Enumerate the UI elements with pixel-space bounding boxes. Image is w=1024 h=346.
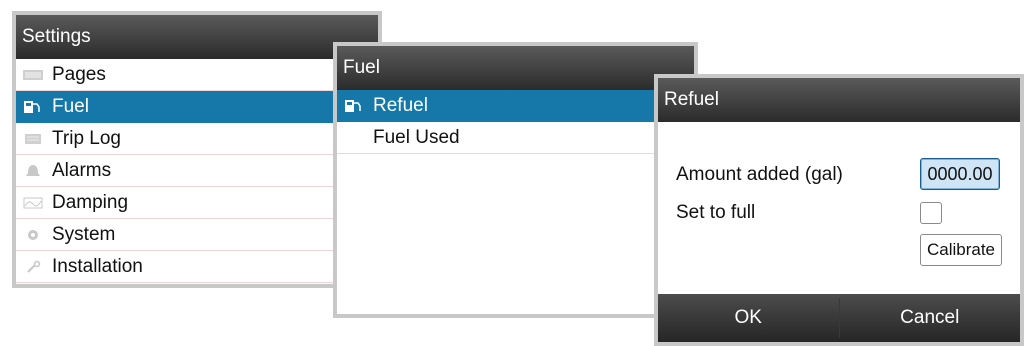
menu-item-fuel[interactable]: Fuel [16, 91, 378, 123]
fuel-pump-icon [24, 100, 40, 113]
menu-item-label: System [52, 223, 116, 245]
menu-item-damping[interactable]: Damping [16, 187, 378, 219]
fuel-menu: Refuel Fuel Used [337, 90, 694, 154]
amount-added-label: Amount added (gal) [676, 164, 843, 185]
menu-item-label: Pages [52, 63, 106, 85]
menu-item-label: Fuel [52, 95, 89, 117]
menu-item-refuel[interactable]: Refuel [337, 90, 694, 122]
gear-icon [28, 229, 38, 240]
menu-item-label: Trip Log [52, 127, 121, 149]
bell-icon [26, 164, 40, 176]
refuel-title: Refuel [658, 78, 1020, 122]
cancel-button[interactable]: Cancel [840, 294, 1021, 342]
trip-log-icon [25, 133, 41, 144]
menu-item-trip-log[interactable]: Trip Log [16, 123, 378, 155]
wrench-icon [27, 260, 41, 273]
menu-item-system[interactable]: System [16, 219, 378, 251]
fuel-title: Fuel [337, 46, 694, 90]
calibrate-button[interactable]: Calibrate [920, 234, 1002, 266]
fuel-pump-icon [345, 99, 361, 112]
menu-item-label: Alarms [52, 159, 112, 181]
damping-icon [23, 197, 43, 208]
menu-item-label: Damping [52, 191, 129, 213]
amount-added-input[interactable]: 0000.00 [920, 158, 1000, 190]
menu-item-installation[interactable]: Installation [16, 251, 378, 283]
set-to-full-checkbox[interactable] [920, 202, 942, 224]
settings-menu: Pages Fuel Trip Log Alarms Damping Syste… [16, 59, 378, 283]
menu-item-pages[interactable]: Pages [16, 59, 378, 91]
dialog-footer: OK Cancel [658, 294, 1020, 342]
menu-item-label: Installation [52, 255, 143, 277]
menu-item-fuel-used[interactable]: Fuel Used [337, 122, 694, 154]
menu-item-label: Refuel [373, 94, 428, 116]
refuel-dialog: Refuel Amount added (gal) 0000.00 Set to… [654, 74, 1024, 346]
blank-icon [343, 131, 365, 145]
fuel-panel: Fuel Refuel Fuel Used [333, 42, 698, 318]
menu-item-alarms[interactable]: Alarms [16, 155, 378, 187]
set-to-full-label: Set to full [676, 202, 756, 223]
menu-item-label: Fuel Used [373, 126, 460, 148]
settings-title: Settings [16, 15, 378, 59]
settings-panel: Settings Pages Fuel Trip Log Alarms Damp… [12, 11, 382, 288]
pages-icon [23, 69, 43, 80]
ok-button[interactable]: OK [658, 294, 839, 342]
